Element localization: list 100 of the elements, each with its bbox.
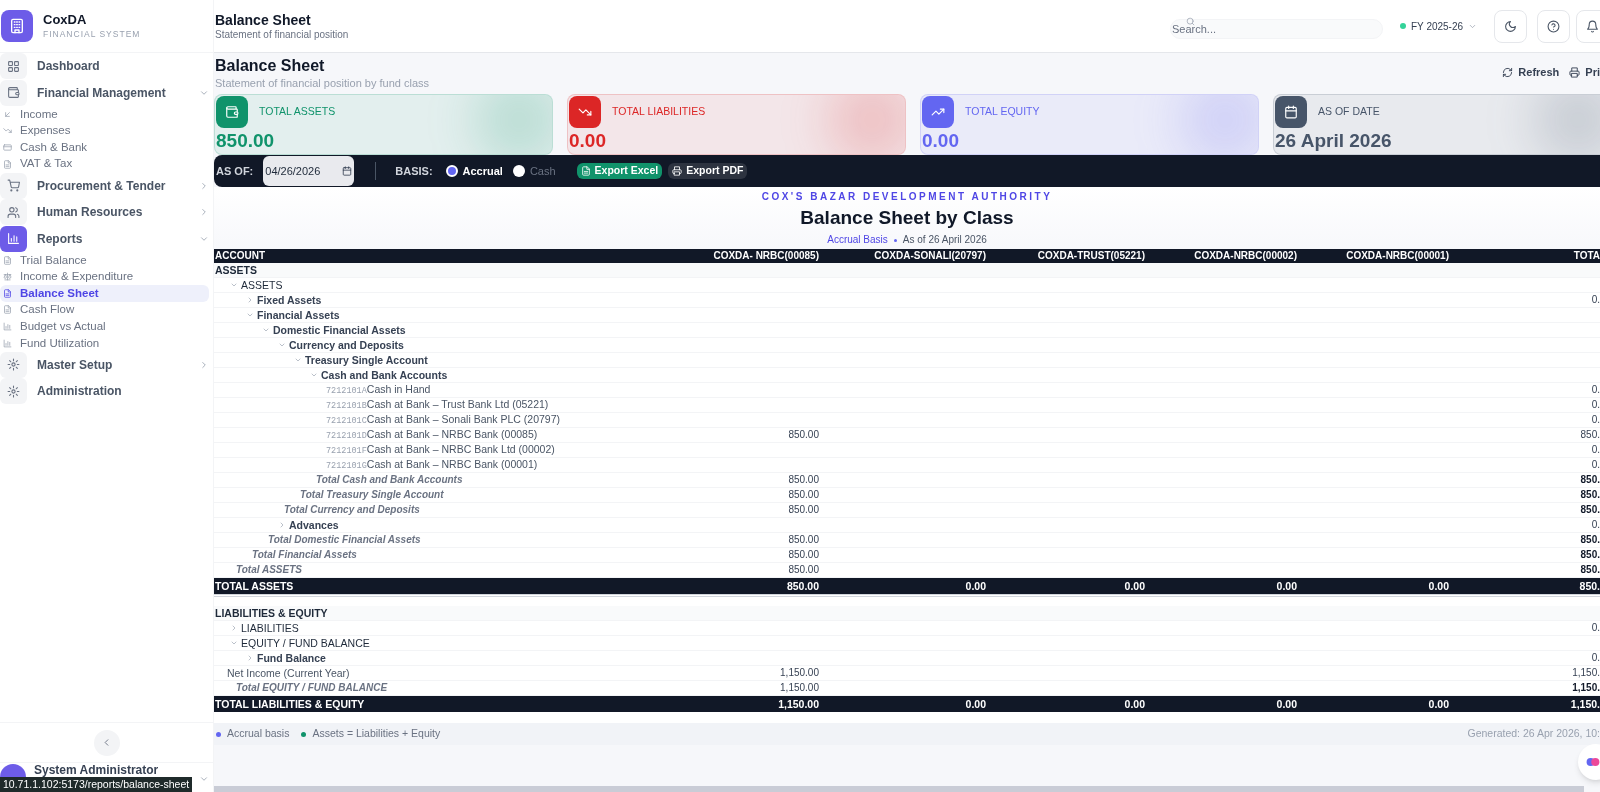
nav-item[interactable]: Reports <box>0 225 213 252</box>
account-name[interactable]: Cash at Bank – NRBC Bank Ltd (00002) <box>366 443 555 455</box>
amount-cell-text: 1,150. <box>1569 697 1600 711</box>
subtotal-label: Total EQUITY / FUND BALANCE <box>236 682 388 693</box>
nav-item[interactable]: Human Resources <box>0 198 213 226</box>
column-header[interactable]: TOTA <box>1453 249 1600 263</box>
amount-cell-text: 850.00 <box>787 503 820 517</box>
nav-subitem[interactable]: Balance Sheet <box>0 285 209 302</box>
nav-item[interactable]: Financial Management <box>0 79 213 106</box>
fiscal-year-select[interactable]: FY 2025-26 <box>1398 15 1482 37</box>
column-header[interactable]: COXDA-NRBC(00002) <box>1149 249 1301 263</box>
amount-cell-text: 850.00 <box>785 579 820 593</box>
card-icon <box>3 143 12 152</box>
account-name[interactable]: Cash at Bank – NRBC Bank (00085) <box>366 428 538 440</box>
amount-cell-text: 850. <box>1578 579 1600 593</box>
amount-cell-text: 1,150.00 <box>779 681 820 695</box>
help-button[interactable] <box>1537 9 1570 43</box>
legend-label: Accrual basis <box>227 726 290 742</box>
brand-name: CoxDA <box>43 12 88 28</box>
nav-subitem[interactable]: Cash & Bank <box>0 139 209 156</box>
group-label[interactable]: Financial Assets <box>257 308 340 322</box>
subtotal-label: Total Domestic Financial Assets <box>268 534 421 545</box>
account-name[interactable]: Cash at Bank – NRBC Bank (00001) <box>366 458 538 470</box>
document-icon <box>3 159 12 169</box>
account-code: 7212101A <box>326 386 367 396</box>
amount-cell-text: 850. <box>1579 473 1600 487</box>
document-icon <box>3 305 12 315</box>
group-label[interactable]: Fixed Assets <box>257 293 322 307</box>
account-code: 7212101B <box>326 401 367 411</box>
column-header[interactable]: COXDA- NRBC(00085) <box>684 249 823 263</box>
stat-label: TOTAL LIABILITIES <box>612 104 706 120</box>
amount-cell-text: 0.00 <box>1275 579 1298 593</box>
notifications-button[interactable] <box>1576 9 1600 43</box>
nav-item[interactable]: Procurement & Tender <box>0 172 213 199</box>
export-excel-button[interactable]: Export Excel <box>576 163 663 179</box>
nav-subitem[interactable]: Fund Utilization <box>0 334 209 352</box>
basis-radio[interactable]: Cash <box>512 162 556 180</box>
group-label[interactable]: Currency and Deposits <box>289 338 404 352</box>
nav-item[interactable]: Dashboard <box>0 53 213 80</box>
date-field[interactable]: 04/26/2026 <box>263 156 355 186</box>
bar-chart-icon <box>3 338 12 348</box>
basis-radio[interactable]: Accrual <box>445 162 503 180</box>
brain-icon <box>1586 755 1600 769</box>
scrollbar[interactable] <box>214 786 1584 792</box>
nav-subitem[interactable]: Income & Expenditure <box>0 268 209 286</box>
account-name[interactable]: Cash at Bank – Trust Bank Ltd (05221) <box>366 398 549 410</box>
account-name[interactable]: Cash in Hand <box>366 383 431 395</box>
column-header[interactable]: COXDA-SONALI(20797) <box>823 249 990 263</box>
amount-cell-text: 850. <box>1579 533 1600 547</box>
nav-subitem[interactable]: Budget vs Actual <box>0 318 209 335</box>
group-label[interactable]: LIABILITIES <box>241 621 299 635</box>
subtotal-label: Total ASSETS <box>236 564 302 575</box>
group-label[interactable]: Treasury Single Account <box>305 353 428 367</box>
group-label[interactable]: Advances <box>289 518 339 532</box>
export-pdf-button[interactable]: Export PDF <box>668 163 748 179</box>
amount-cell-text: 1,150.00 <box>777 697 820 711</box>
group-label[interactable]: Cash and Bank Accounts <box>321 368 448 382</box>
nav-subitem[interactable]: Income <box>0 106 209 123</box>
group-label[interactable]: ASSETS <box>241 278 283 292</box>
as-of-text: As of 26 April 2026 <box>902 233 987 247</box>
refresh-button[interactable]: Refresh <box>1502 64 1560 81</box>
account-code: 7212101C <box>326 416 367 426</box>
page-title: Balance Sheet <box>215 56 326 76</box>
nav-subitem[interactable]: VAT & Tax <box>0 155 209 173</box>
theme-toggle-button[interactable] <box>1494 9 1527 43</box>
amount-cell-text: 0. <box>1590 413 1600 427</box>
account-name[interactable]: Cash at Bank – Sonali Bank PLC (20797) <box>366 413 560 425</box>
nav-subitem[interactable]: Cash Flow <box>0 301 209 319</box>
column-header[interactable]: COXDA-NRBC(00001) <box>1301 249 1453 263</box>
trend-down-icon <box>3 126 12 136</box>
as-of-label: AS OF: <box>216 163 254 179</box>
amount-cell-text: 0.00 <box>964 697 987 711</box>
group-label[interactable]: Domestic Financial Assets <box>273 323 406 337</box>
amount-cell-text: 0.00 <box>964 579 987 593</box>
nav-item[interactable]: Administration <box>0 377 213 405</box>
column-header[interactable]: ACCOUNT <box>214 249 684 263</box>
print-button[interactable]: Pri <box>1569 64 1600 81</box>
amount-cell-text: 850. <box>1579 563 1600 577</box>
group-label[interactable]: EQUITY / FUND BALANCE <box>241 636 370 650</box>
arrow-icon <box>3 109 12 119</box>
search-icon <box>1186 17 1195 26</box>
amount-cell-text: 1,150. <box>1571 666 1600 680</box>
amount-cell-text: 850.00 <box>787 488 820 502</box>
amount-cell-text: 0.00 <box>1123 579 1146 593</box>
column-header[interactable]: COXDA-TRUST(05221) <box>990 249 1149 263</box>
nav-subitem[interactable]: Trial Balance <box>0 251 209 269</box>
amount-cell-text: 0. <box>1590 518 1600 532</box>
group-label[interactable]: Fund Balance <box>257 651 326 665</box>
search-field[interactable]: Search... <box>1170 19 1383 39</box>
printer-icon <box>1569 66 1581 78</box>
cart-icon <box>7 179 20 193</box>
amount-cell-text: 0. <box>1590 293 1600 307</box>
amount-cell-text: 0.00 <box>1427 697 1450 711</box>
nav-item[interactable]: Master Setup <box>0 351 213 378</box>
section-label: LIABILITIES & EQUITY <box>214 606 328 620</box>
calendar-icon <box>342 166 353 176</box>
nav-subitem[interactable]: Expenses <box>0 122 209 140</box>
subtotal-label: Total Currency and Deposits <box>284 504 420 515</box>
scale-icon <box>3 272 12 282</box>
stat-value: 26 April 2026 <box>1274 130 1393 152</box>
